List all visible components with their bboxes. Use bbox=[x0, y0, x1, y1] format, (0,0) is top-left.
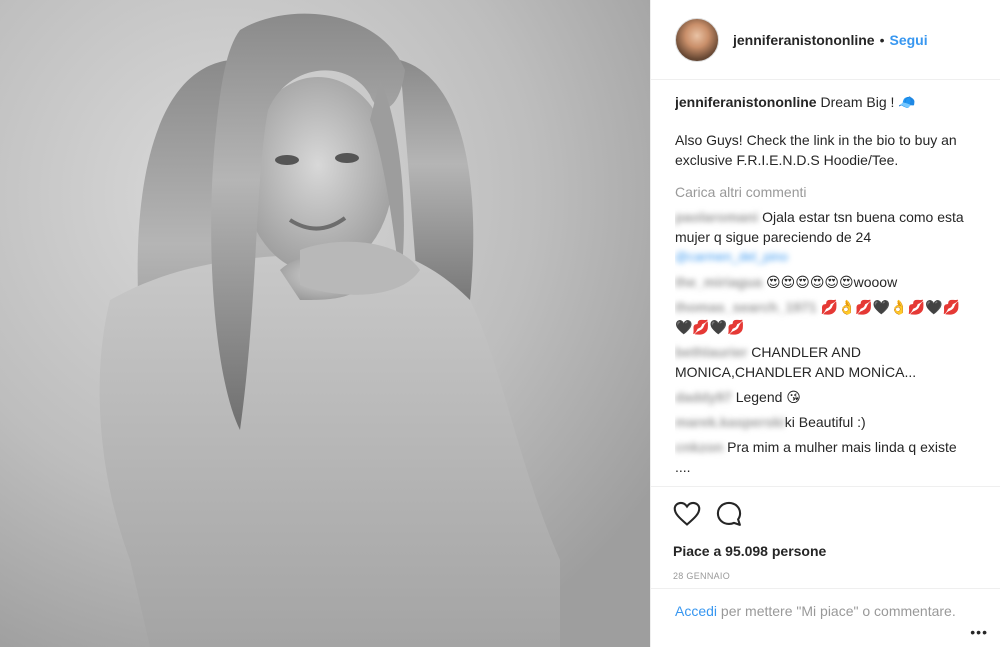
post-date[interactable]: 28 GENNAIO bbox=[673, 571, 979, 581]
comment-item: marek.kasperskiki Beautiful :) bbox=[675, 412, 975, 432]
comment-username[interactable]: paolaromani bbox=[675, 207, 758, 227]
portrait-illustration bbox=[0, 0, 650, 647]
comment-text: 😍😍😍😍😍😍wooow bbox=[762, 274, 898, 290]
comment-item: thomas_search_1971 💋👌💋🖤👌💋🖤💋 🖤💋🖤💋 bbox=[675, 297, 975, 337]
comment-text: Legend 😘 bbox=[731, 389, 801, 405]
comments-section: jenniferanistononline Dream Big ! 🧢 Also… bbox=[675, 92, 975, 484]
comment-username[interactable]: marek.kasperski bbox=[675, 412, 785, 432]
comment-bubble-icon[interactable] bbox=[715, 500, 743, 528]
comment-mention[interactable]: @carmen_del_pino bbox=[675, 247, 975, 267]
login-prompt: Accedi per mettere "Mi piace" o commenta… bbox=[651, 588, 1000, 647]
login-link[interactable]: Accedi bbox=[675, 603, 717, 619]
action-row bbox=[673, 499, 979, 529]
comment-text: ki Beautiful :) bbox=[784, 414, 866, 430]
comment-item: cnkzon Pra mim a mulher mais linda q exi… bbox=[675, 437, 975, 477]
likes-count[interactable]: Piace a 95.098 persone bbox=[673, 543, 979, 559]
comment-username[interactable]: cnkzon bbox=[675, 437, 723, 457]
avatar[interactable] bbox=[675, 17, 719, 62]
caption-line1: Dream Big ! 🧢 bbox=[816, 94, 916, 110]
post-caption: jenniferanistononline Dream Big ! 🧢 Also… bbox=[675, 92, 975, 170]
comment-username[interactable]: the_miriagua bbox=[675, 272, 762, 292]
post-photo[interactable] bbox=[0, 0, 650, 647]
comment-username[interactable]: daddy97 bbox=[675, 387, 732, 407]
instagram-post: jenniferanistononline • Segui jenniferan… bbox=[0, 0, 1000, 647]
load-more-comments-button[interactable]: Carica altri commenti bbox=[675, 182, 975, 202]
caption-line2: Also Guys! Check the link in the bio to … bbox=[675, 132, 957, 168]
follow-button[interactable]: Segui bbox=[889, 32, 927, 48]
caption-username[interactable]: jenniferanistononline bbox=[675, 94, 817, 110]
comment-item: the_miriagua 😍😍😍😍😍😍wooow bbox=[675, 272, 975, 292]
header-username[interactable]: jenniferanistononline bbox=[733, 32, 875, 48]
heart-icon[interactable] bbox=[673, 500, 701, 528]
post-side-panel: jenniferanistononline • Segui jenniferan… bbox=[650, 0, 1000, 647]
comment-item: bethlaurier CHANDLER AND MONICA,CHANDLER… bbox=[675, 342, 975, 382]
more-options-icon[interactable]: ••• bbox=[970, 624, 988, 640]
comment-item: daddy97 Legend 😘 bbox=[675, 387, 975, 407]
comment-username[interactable]: bethlaurier bbox=[675, 342, 747, 362]
comment-item: paolaromani Ojala estar tsn buena como e… bbox=[675, 207, 975, 267]
comment-username[interactable]: thomas_search_1971 bbox=[675, 297, 817, 317]
post-actions: Piace a 95.098 persone 28 GENNAIO bbox=[651, 486, 1000, 586]
post-header: jenniferanistononline • Segui bbox=[651, 0, 1000, 80]
login-prompt-text: per mettere "Mi piace" o commentare. bbox=[717, 603, 956, 619]
header-separator: • bbox=[879, 31, 885, 48]
